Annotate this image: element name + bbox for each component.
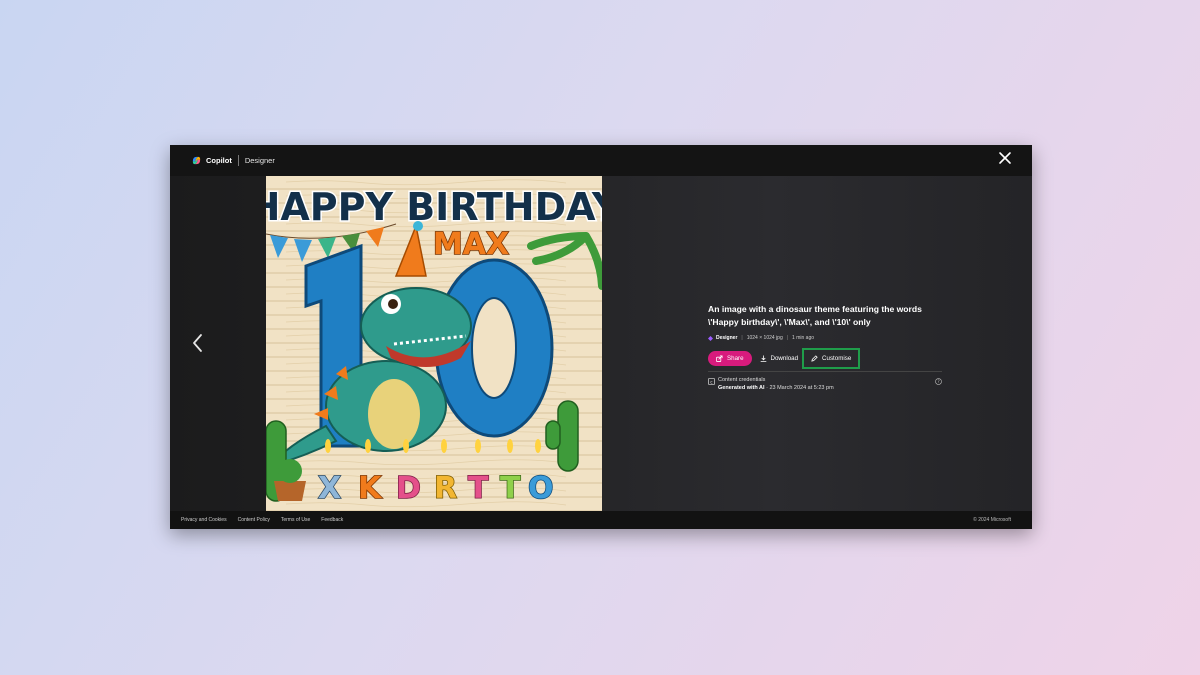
metadata-dimensions: 1024 × 1024 jpg	[746, 335, 783, 341]
art-title-text: HAPPY BIRTHDAY	[266, 185, 602, 229]
footer-link-privacy[interactable]: Privacy and Cookies	[181, 517, 227, 523]
edit-icon	[811, 355, 818, 362]
footer-link-content-policy[interactable]: Content Policy	[238, 517, 270, 523]
customise-button[interactable]: Customise	[802, 348, 861, 369]
close-icon[interactable]	[998, 151, 1012, 165]
download-button[interactable]: Download	[760, 351, 799, 366]
footer: Privacy and Cookies Content Policy Terms…	[170, 511, 1032, 529]
generated-image-art: HAPPY BIRTHDAY MAX X K D R T T O	[266, 176, 602, 512]
metadata-separator: |	[786, 335, 789, 341]
art-name-text: MAX	[433, 227, 509, 262]
metadata-separator: |	[741, 335, 743, 341]
share-icon	[716, 355, 723, 362]
credentials-icon: c	[708, 378, 715, 385]
copyright: © 2024 Microsoft	[973, 517, 1011, 523]
share-label: Share	[727, 355, 744, 362]
metadata-source: Designer	[716, 335, 738, 341]
candle-letter: T	[500, 471, 521, 506]
generated-image[interactable]: HAPPY BIRTHDAY MAX X K D R T T O	[266, 176, 602, 512]
candle-letter: X	[318, 471, 341, 506]
help-icon[interactable]: ?	[935, 378, 942, 385]
designer-icon	[708, 335, 713, 341]
metadata-time: 1 min ago	[792, 335, 815, 341]
product-name: Designer	[244, 156, 275, 165]
image-viewer-window: Copilot Designer HAPPY BIRTHDAY MAX X K …	[170, 145, 1032, 529]
credentials-date: · 23 March 2024 at 5:23 pm	[764, 384, 834, 391]
brand[interactable]: Copilot Designer	[191, 155, 275, 166]
candle-letter: T	[468, 471, 489, 506]
top-bar: Copilot Designer	[170, 145, 1032, 176]
download-label: Download	[770, 355, 799, 362]
brand-name: Copilot	[206, 156, 232, 165]
brand-divider	[237, 155, 239, 166]
divider	[708, 371, 942, 372]
copilot-logo-icon	[192, 156, 201, 165]
image-description: An image with a dinosaur theme featuring…	[708, 304, 922, 327]
candle-letter: R	[434, 471, 457, 506]
customise-label: Customise	[822, 355, 852, 362]
candle-letter: D	[396, 471, 421, 506]
credentials-title: Content credentials	[718, 377, 766, 383]
credentials-generated: Generated with AI	[718, 384, 765, 391]
share-button[interactable]: Share	[708, 351, 752, 366]
candle-letter: K	[358, 471, 383, 506]
image-metadata: Designer | 1024 × 1024 jpg | 1 min ago	[708, 335, 944, 341]
chevron-left-icon[interactable]	[191, 333, 203, 353]
footer-link-terms[interactable]: Terms of Use	[281, 517, 310, 523]
candle-letter: O	[528, 471, 554, 506]
image-details-panel: An image with a dinosaur theme featuring…	[708, 303, 944, 392]
action-bar: Share Download Customise	[708, 348, 944, 369]
download-icon	[760, 355, 766, 362]
footer-link-feedback[interactable]: Feedback	[321, 517, 343, 523]
content-credentials[interactable]: c Content credentials Generated with AI …	[708, 377, 944, 392]
